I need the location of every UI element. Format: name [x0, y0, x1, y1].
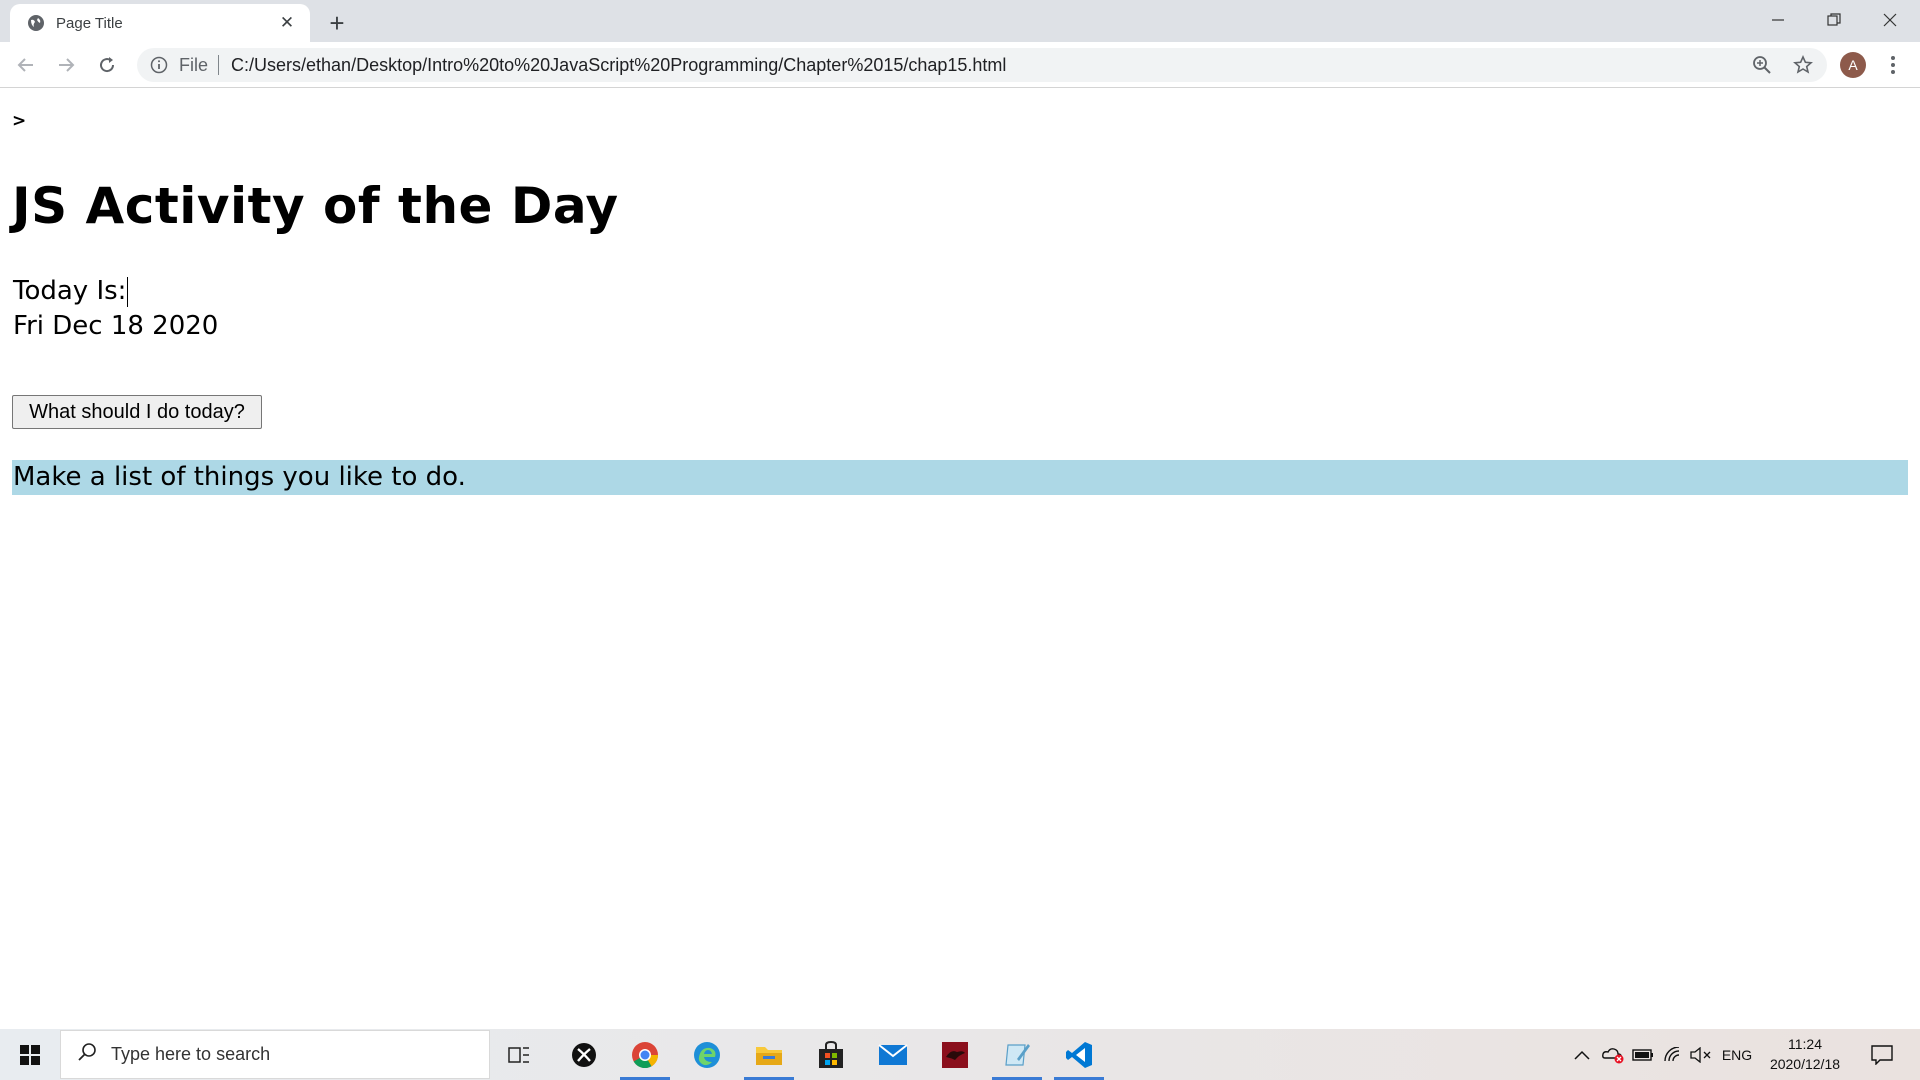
browser-tab-strip: Page Title ✕ +	[0, 0, 1920, 42]
url-scheme-label: File	[179, 54, 209, 75]
clock-time: 11:24	[1788, 1036, 1822, 1052]
address-bar[interactable]: File C:/Users/ethan/Desktop/Intro%20to%2…	[137, 48, 1827, 82]
window-close-button[interactable]	[1862, 0, 1918, 40]
tab-title: Page Title	[56, 14, 123, 32]
today-label: Today Is:	[13, 276, 129, 307]
chevron-up-icon[interactable]	[1570, 1029, 1594, 1080]
onedrive-error-icon[interactable]	[1600, 1029, 1626, 1080]
info-icon[interactable]	[149, 55, 169, 75]
notepad-icon[interactable]	[988, 1029, 1046, 1080]
today-date: Fri Dec 18 2020	[13, 311, 219, 341]
profile-avatar[interactable]: A	[1840, 52, 1866, 78]
minimize-button[interactable]	[1750, 0, 1806, 40]
bookmark-star-icon[interactable]	[1787, 48, 1819, 82]
url-text[interactable]: C:/Users/ethan/Desktop/Intro%20to%20Java…	[231, 55, 1006, 76]
globe-icon	[26, 13, 46, 33]
back-arrow-icon[interactable]	[10, 49, 42, 81]
taskbar-search-input[interactable]: Type here to search	[60, 1030, 490, 1079]
browser-tab[interactable]: Page Title ✕	[10, 4, 310, 42]
battery-icon[interactable]	[1630, 1029, 1656, 1080]
today-label-text: Today Is:	[13, 276, 127, 306]
edge-icon[interactable]	[678, 1029, 736, 1080]
close-icon[interactable]: ✕	[276, 12, 298, 34]
clock-date: 2020/12/18	[1769, 1056, 1841, 1072]
page-heading: JS Activity of the Day	[12, 177, 619, 235]
notifications-icon[interactable]	[1862, 1029, 1902, 1080]
wifi-icon[interactable]	[1660, 1029, 1686, 1080]
forward-arrow-icon[interactable]	[50, 49, 82, 81]
red-app-icon[interactable]	[926, 1029, 984, 1080]
vscode-icon[interactable]	[1050, 1029, 1108, 1080]
more-menu-icon[interactable]	[1880, 50, 1906, 80]
file-explorer-icon[interactable]	[740, 1029, 798, 1080]
new-tab-button[interactable]: +	[322, 8, 352, 38]
what-should-i-do-button[interactable]: What should I do today?	[12, 395, 262, 429]
language-indicator[interactable]: ENG	[1718, 1029, 1756, 1080]
search-icon	[77, 1042, 97, 1067]
stray-text: >	[12, 111, 27, 131]
mail-icon[interactable]	[864, 1029, 922, 1080]
search-placeholder: Type here to search	[111, 1044, 271, 1064]
text-caret	[127, 276, 129, 307]
reload-icon[interactable]	[91, 49, 123, 81]
activity-result: Make a list of things you like to do.	[12, 460, 1908, 495]
restore-button[interactable]	[1806, 0, 1862, 40]
task-view-icon[interactable]	[490, 1029, 548, 1080]
store-icon[interactable]	[802, 1029, 860, 1080]
divider	[218, 55, 220, 75]
taskbar-clock[interactable]: 11:24 2020/12/18	[1760, 1034, 1850, 1074]
browser-toolbar: File C:/Users/ethan/Desktop/Intro%20to%2…	[0, 42, 1920, 88]
volume-muted-icon[interactable]	[1688, 1029, 1714, 1080]
windows-taskbar: Type here to search ENG 11:24 2020/12/18	[0, 1029, 1920, 1080]
xbox-icon[interactable]	[555, 1029, 613, 1080]
page-viewport: > JS Activity of the Day Today Is: Fri D…	[0, 89, 1920, 1029]
windows-start-icon[interactable]	[0, 1029, 60, 1080]
zoom-icon[interactable]	[1746, 48, 1778, 82]
chrome-icon[interactable]	[616, 1029, 674, 1080]
